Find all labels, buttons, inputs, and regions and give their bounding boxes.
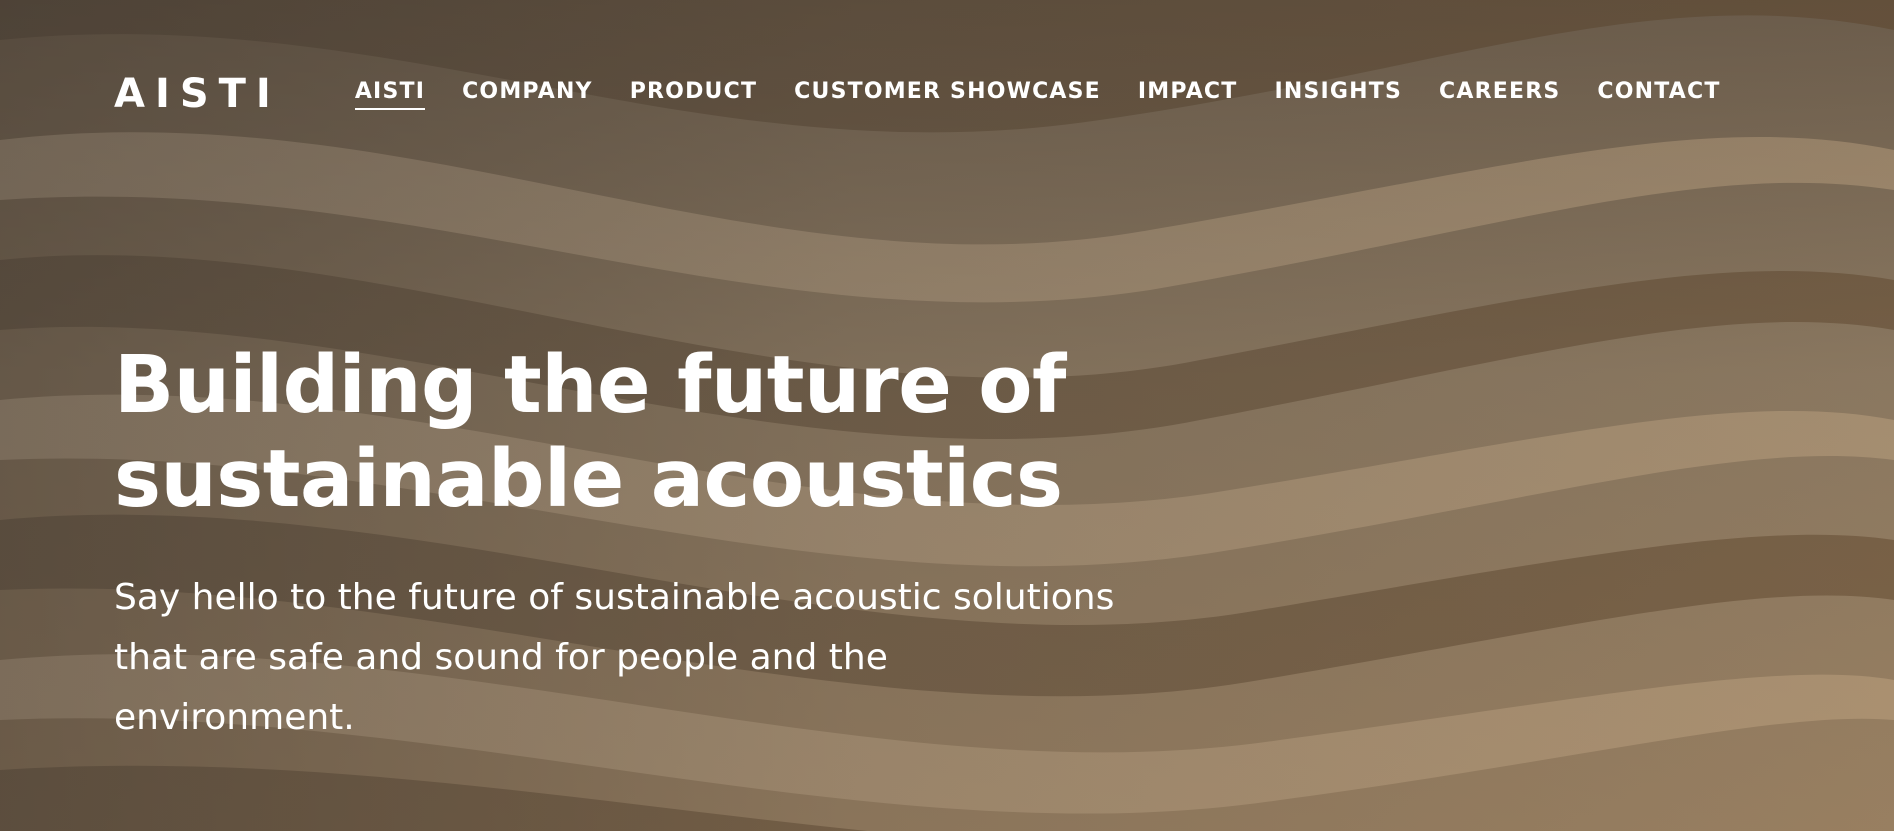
hero-subtext-line-2: that are safe and sound for people and t… [114,637,888,678]
hero-headline: Building the future of sustainable acous… [114,338,1214,526]
aisti-logo[interactable]: AISTI [114,74,281,114]
nav-item-customer-showcase[interactable]: CUSTOMER SHOWCASE [794,79,1101,110]
hero-subtext-line-3: environment. [114,697,355,738]
nav-item-aisti[interactable]: AISTI [354,79,426,110]
hero-headline-line-1: Building the future of [114,339,1066,431]
nav-item-product[interactable]: PRODUCT [630,79,757,110]
nav-item-insights[interactable]: INSIGHTS [1274,79,1402,110]
hero-headline-line-2: sustainable acoustics [114,433,1063,525]
site-header: AISTI AISTI COMPANY PRODUCT CUSTOMER SHO… [114,64,1784,124]
nav-item-contact[interactable]: CONTACT [1597,79,1720,110]
nav-item-impact[interactable]: IMPACT [1138,79,1238,110]
hero-section: AISTI AISTI COMPANY PRODUCT CUSTOMER SHO… [0,0,1894,831]
nav-item-company[interactable]: COMPANY [462,79,593,110]
hero-subtext-line-1: Say hello to the future of sustainable a… [114,577,1115,618]
main-nav: AISTI COMPANY PRODUCT CUSTOMER SHOWCASE … [354,79,1721,110]
nav-item-careers[interactable]: CAREERS [1439,79,1560,110]
hero-subtext: Say hello to the future of sustainable a… [114,568,1244,748]
